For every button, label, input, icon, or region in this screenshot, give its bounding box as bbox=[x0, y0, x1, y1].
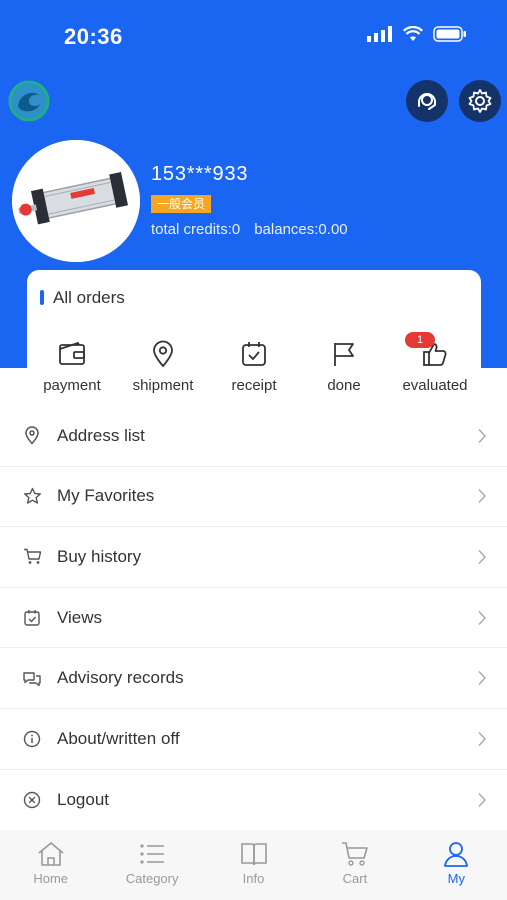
wallet-icon bbox=[59, 341, 85, 365]
wifi-icon bbox=[403, 26, 423, 41]
menu-item-views[interactable]: Views bbox=[0, 587, 507, 649]
cart-icon bbox=[341, 842, 368, 866]
settings-button[interactable] bbox=[459, 80, 501, 122]
customer-service-button[interactable] bbox=[406, 80, 448, 122]
chevron-right-icon bbox=[478, 731, 487, 746]
book-icon bbox=[240, 843, 267, 866]
chat-icon bbox=[23, 671, 41, 686]
menu-item-label: Views bbox=[57, 607, 103, 627]
balances[interactable]: balances:0.00 bbox=[254, 221, 347, 238]
order-shipment[interactable]: shipment bbox=[118, 336, 208, 394]
location-pin-icon bbox=[153, 340, 173, 368]
menu-list: Address list My Favorites Buy history Vi… bbox=[0, 406, 507, 831]
order-payment-label: payment bbox=[43, 377, 101, 394]
star-icon bbox=[23, 488, 41, 505]
menu-item-my-favorites[interactable]: My Favorites bbox=[0, 466, 507, 528]
tab-info[interactable]: Info bbox=[203, 830, 304, 900]
order-receipt-label: receipt bbox=[231, 377, 277, 394]
tab-info-label: Info bbox=[242, 871, 265, 886]
chevron-right-icon bbox=[478, 428, 487, 443]
member-level-badge: 一般会员 bbox=[151, 195, 212, 213]
chevron-right-icon bbox=[478, 671, 487, 686]
order-done[interactable]: done bbox=[299, 336, 389, 394]
list-icon bbox=[140, 844, 165, 864]
menu-item-label: Address list bbox=[57, 425, 145, 445]
account-stats: total credits:0 balances:0.00 bbox=[151, 221, 348, 238]
tab-category[interactable]: Category bbox=[101, 830, 202, 900]
info-icon bbox=[23, 730, 41, 747]
bottom-tab-bar: Home Category Info Cart My bbox=[0, 830, 507, 900]
avatar-image bbox=[12, 140, 140, 262]
menu-item-about[interactable]: About/written off bbox=[0, 708, 507, 770]
tab-my[interactable]: My bbox=[406, 830, 507, 900]
home-icon bbox=[38, 842, 64, 866]
tab-cart[interactable]: Cart bbox=[304, 830, 405, 900]
username: 153***933 bbox=[151, 163, 249, 185]
chevron-right-icon bbox=[478, 792, 487, 807]
calendar-check-icon bbox=[242, 342, 266, 366]
tab-home-label: Home bbox=[33, 871, 69, 886]
chevron-right-icon bbox=[478, 489, 487, 504]
order-shipment-label: shipment bbox=[132, 377, 194, 394]
menu-item-buy-history[interactable]: Buy history bbox=[0, 527, 507, 588]
calendar-check-icon bbox=[24, 609, 40, 626]
menu-item-label: Advisory records bbox=[57, 668, 184, 688]
status-icons bbox=[367, 26, 467, 42]
brand-logo-icon bbox=[8, 80, 50, 122]
close-circle-icon bbox=[23, 791, 41, 809]
title-accent-bar bbox=[40, 290, 44, 305]
menu-item-label: Buy history bbox=[57, 546, 142, 566]
location-pin-icon bbox=[25, 426, 39, 445]
status-bar: 20:36 bbox=[0, 0, 507, 72]
order-receipt[interactable]: receipt bbox=[209, 336, 299, 394]
gear-icon bbox=[468, 89, 492, 113]
menu-item-label: About/written off bbox=[57, 728, 180, 748]
menu-item-advisory-records[interactable]: Advisory records bbox=[0, 648, 507, 709]
flag-icon bbox=[334, 343, 354, 366]
chevron-right-icon bbox=[478, 549, 487, 564]
tab-category-label: Category bbox=[125, 871, 179, 886]
chevron-right-icon bbox=[478, 610, 487, 625]
total-credits[interactable]: total credits:0 bbox=[151, 221, 240, 238]
evaluated-count-badge: 1 bbox=[405, 332, 435, 348]
status-time: 20:36 bbox=[64, 24, 123, 49]
avatar[interactable] bbox=[12, 140, 140, 262]
user-icon bbox=[444, 842, 469, 867]
battery-icon bbox=[433, 26, 466, 42]
menu-item-label: Logout bbox=[57, 789, 109, 809]
order-done-label: done bbox=[327, 377, 361, 394]
headset-icon bbox=[418, 93, 436, 110]
all-orders-link[interactable]: All orders bbox=[53, 288, 125, 308]
tab-my-label: My bbox=[447, 871, 465, 886]
order-evaluated[interactable]: 1 evaluated bbox=[390, 332, 480, 394]
menu-item-label: My Favorites bbox=[57, 486, 155, 506]
order-evaluated-label: evaluated bbox=[402, 377, 468, 394]
signal-icon bbox=[367, 26, 392, 42]
menu-item-logout[interactable]: Logout bbox=[0, 769, 507, 831]
order-payment[interactable]: payment bbox=[27, 336, 117, 394]
tab-cart-label: Cart bbox=[342, 871, 368, 886]
menu-item-address-list[interactable]: Address list bbox=[0, 406, 507, 467]
cart-icon bbox=[23, 549, 41, 565]
tab-home[interactable]: Home bbox=[0, 830, 101, 900]
